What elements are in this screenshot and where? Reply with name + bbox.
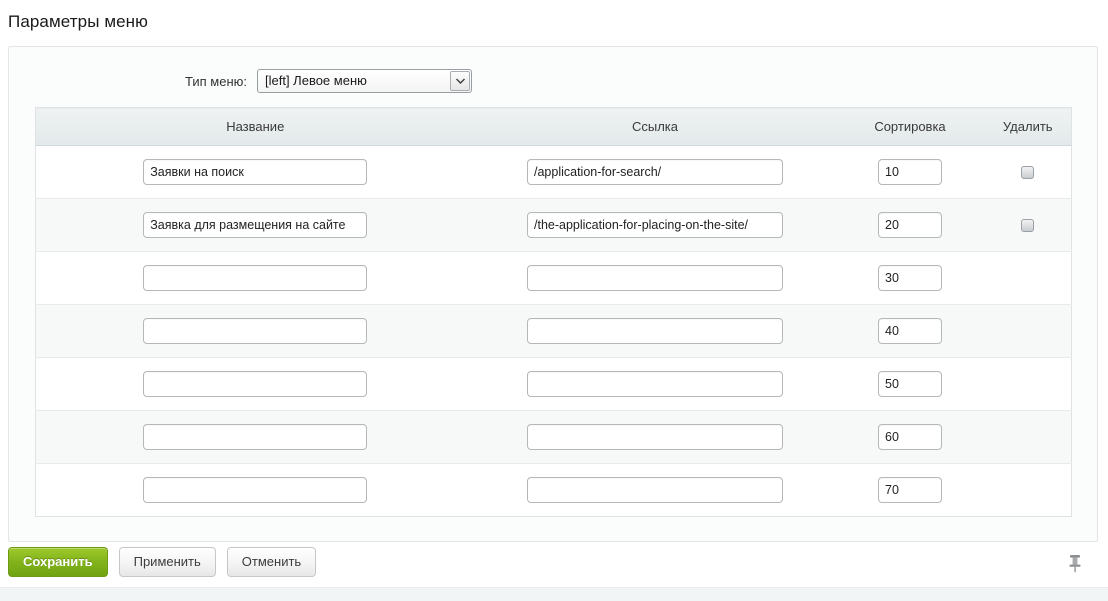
delete-checkbox[interactable] bbox=[1021, 218, 1035, 232]
cell-link bbox=[475, 464, 835, 517]
column-header-link: Ссылка bbox=[475, 107, 835, 146]
table-row bbox=[35, 357, 1071, 411]
cell-name bbox=[35, 198, 475, 252]
cell-link bbox=[475, 145, 835, 199]
menu-item-name-input[interactable] bbox=[143, 424, 368, 450]
menu-item-name-input[interactable] bbox=[143, 318, 368, 344]
column-header-delete: Удалить bbox=[985, 107, 1071, 146]
menu-item-link-input[interactable] bbox=[527, 371, 783, 397]
page-title: Параметры меню bbox=[8, 12, 149, 31]
menu-item-sort-input[interactable] bbox=[878, 265, 942, 291]
menu-item-link-input[interactable] bbox=[527, 477, 783, 503]
cell-sort bbox=[835, 145, 985, 199]
cell-sort bbox=[835, 464, 985, 517]
menu-item-name-input[interactable] bbox=[143, 212, 368, 238]
menu-item-sort-input[interactable] bbox=[878, 424, 942, 450]
cell-sort bbox=[835, 357, 985, 411]
table-row bbox=[35, 251, 1071, 305]
table-header-row: Название Ссылка Сортировка Удалить bbox=[35, 107, 1071, 146]
cell-name bbox=[35, 251, 475, 305]
menu-items-table: Название Ссылка Сортировка Удалить bbox=[34, 107, 1072, 517]
column-header-name: Название bbox=[35, 107, 475, 146]
save-button[interactable]: Сохранить bbox=[8, 547, 108, 577]
cell-name bbox=[35, 357, 475, 411]
table-row bbox=[35, 198, 1071, 252]
cell-delete bbox=[985, 198, 1071, 252]
menu-item-name-input[interactable] bbox=[143, 159, 368, 185]
table-row bbox=[35, 463, 1071, 517]
table-row bbox=[35, 145, 1071, 199]
cell-sort bbox=[835, 410, 985, 464]
menu-item-sort-input[interactable] bbox=[878, 159, 942, 185]
menu-type-label: Тип меню: bbox=[185, 73, 247, 89]
cell-delete bbox=[985, 464, 1071, 517]
cell-delete bbox=[985, 357, 1071, 411]
footer-bar: Сохранить Применить Отменить bbox=[0, 542, 1108, 587]
menu-item-link-input[interactable] bbox=[527, 159, 783, 185]
cell-sort bbox=[835, 304, 985, 358]
menu-settings-panel: Тип меню: [left] Левое меню Название Ссы… bbox=[8, 46, 1098, 542]
chevron-down-icon[interactable] bbox=[450, 71, 470, 91]
menu-item-link-input[interactable] bbox=[527, 318, 783, 344]
menu-item-sort-input[interactable] bbox=[878, 212, 942, 238]
table-row bbox=[35, 304, 1071, 358]
menu-item-sort-input[interactable] bbox=[878, 477, 942, 503]
menu-item-sort-input[interactable] bbox=[878, 318, 942, 344]
cell-name bbox=[35, 410, 475, 464]
cell-link bbox=[475, 410, 835, 464]
menu-item-name-input[interactable] bbox=[143, 477, 368, 503]
table-body bbox=[35, 145, 1071, 517]
cell-name bbox=[35, 304, 475, 358]
cell-delete bbox=[985, 145, 1071, 199]
pushpin-icon[interactable] bbox=[1066, 553, 1084, 573]
menu-item-link-input[interactable] bbox=[527, 265, 783, 291]
bottom-strip bbox=[0, 587, 1108, 601]
footer-button-group: Сохранить Применить Отменить bbox=[8, 547, 317, 577]
apply-button[interactable]: Применить bbox=[118, 547, 216, 577]
cell-sort bbox=[835, 251, 985, 305]
cell-delete bbox=[985, 304, 1071, 358]
cell-delete bbox=[985, 251, 1071, 305]
table-row bbox=[35, 410, 1071, 464]
menu-item-link-input[interactable] bbox=[527, 212, 783, 238]
cell-link bbox=[475, 304, 835, 358]
cell-name bbox=[35, 145, 475, 199]
column-header-sort: Сортировка bbox=[835, 107, 985, 146]
cell-link bbox=[475, 198, 835, 252]
menu-item-name-input[interactable] bbox=[143, 265, 368, 291]
menu-type-select[interactable]: [left] Левое меню bbox=[257, 69, 472, 93]
cell-link bbox=[475, 251, 835, 305]
menu-item-link-input[interactable] bbox=[527, 424, 783, 450]
delete-checkbox[interactable] bbox=[1021, 165, 1035, 179]
menu-type-selected-value: [left] Левое меню bbox=[265, 73, 367, 88]
cancel-button[interactable]: Отменить bbox=[226, 547, 317, 577]
cell-name bbox=[35, 464, 475, 517]
menu-item-sort-input[interactable] bbox=[878, 371, 942, 397]
menu-item-name-input[interactable] bbox=[143, 371, 368, 397]
cell-sort bbox=[835, 198, 985, 252]
menu-type-row: Тип меню: [left] Левое меню bbox=[9, 47, 1097, 107]
cell-link bbox=[475, 357, 835, 411]
cell-delete bbox=[985, 410, 1071, 464]
